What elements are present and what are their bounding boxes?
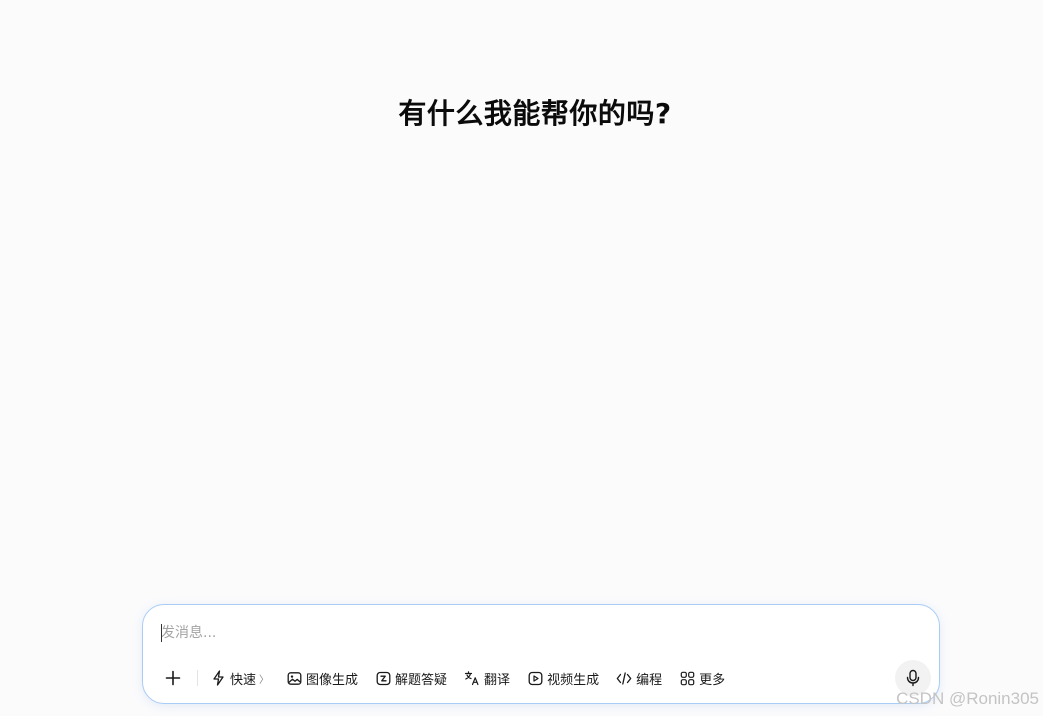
mode-fast-label: 快速 [230,672,257,688]
coding-label: 编程 [636,672,663,688]
mode-fast-button[interactable]: 快速 〉 [210,665,269,691]
translate-button[interactable]: 翻译 [464,665,510,691]
grid-icon [679,670,695,686]
more-label: 更多 [699,672,726,688]
translate-icon [464,670,480,686]
video-icon [527,670,543,686]
image-generation-button[interactable]: 图像生成 [286,665,358,691]
watermark: CSDN @Ronin305 [896,689,1039,708]
chevron-right-icon: 〉 [259,674,270,686]
text-caret [161,624,162,642]
video-generation-label: 视频生成 [547,672,600,688]
image-generation-label: 图像生成 [306,672,359,688]
toolbar-divider [197,670,198,686]
page-title: 有什么我能帮你的吗? [398,97,672,130]
code-icon [616,670,632,686]
coding-button[interactable]: 编程 [616,665,662,691]
more-button[interactable]: 更多 [679,665,725,691]
microphone-icon [906,669,920,687]
problem-solving-button[interactable]: 解题答疑 [375,665,447,691]
message-composer: 快速 〉 图像生成 [142,604,940,704]
plus-icon [165,670,181,686]
problem-solving-label: 解题答疑 [395,672,448,688]
message-input[interactable] [161,621,901,645]
translate-label: 翻译 [484,672,511,688]
lightning-icon [210,670,226,686]
image-icon [286,670,302,686]
composer-toolbar: 快速 〉 图像生成 解题答疑 翻译 视频生成 编程 更多 [159,665,742,691]
problem-solving-icon [375,670,391,686]
video-generation-button[interactable]: 视频生成 [527,665,599,691]
chat-home: 有什么我能帮你的吗? 快速 〉 [0,0,1043,716]
add-attachment-button[interactable] [159,665,187,691]
